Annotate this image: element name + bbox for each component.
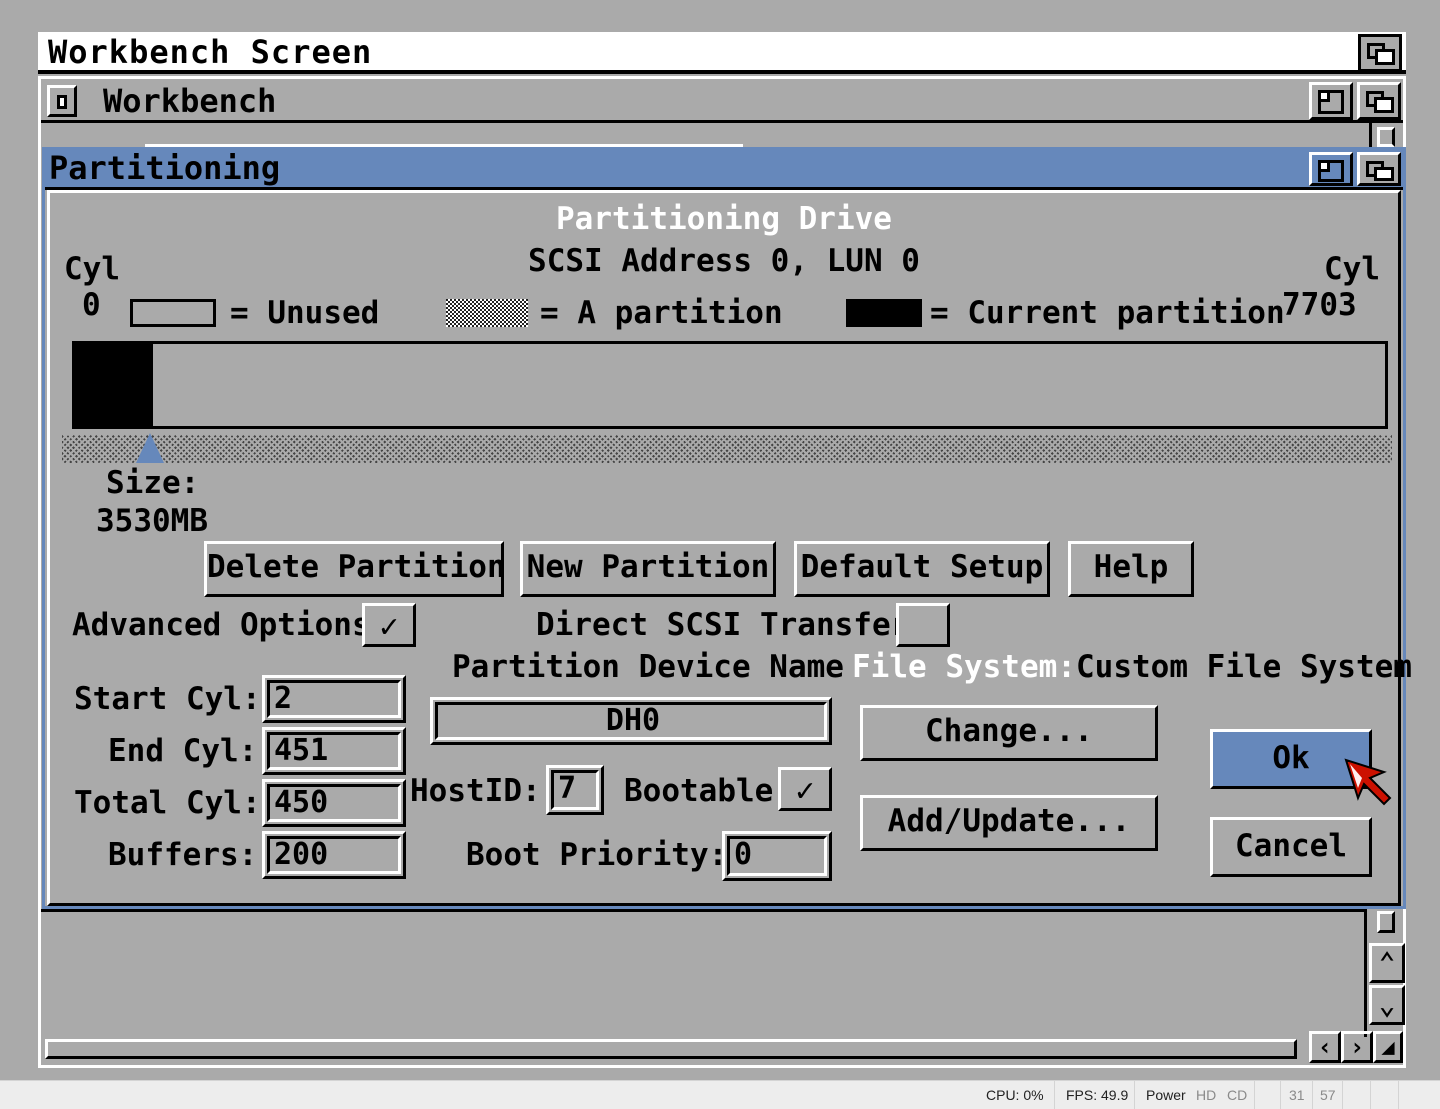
- workbench-content-area: ⌃ ⌄ ‹ › ◢: [41, 909, 1405, 1065]
- start-cyl-input[interactable]: 2: [267, 680, 401, 718]
- scroll-down-arrow-icon[interactable]: ⌄: [1369, 985, 1405, 1025]
- start-cyl-field[interactable]: 2: [262, 675, 406, 723]
- device-name-input[interactable]: DH0: [435, 702, 827, 740]
- boot-priority-input[interactable]: 0: [727, 836, 827, 876]
- boot-priority-label: Boot Priority:: [466, 837, 728, 873]
- mouse-pointer-icon: [1344, 758, 1392, 812]
- screen-depth-gadget-icon[interactable]: [1358, 34, 1402, 72]
- direct-scsi-checkbox[interactable]: [896, 603, 950, 647]
- current-partition-block[interactable]: [75, 344, 153, 426]
- new-partition-button[interactable]: New Partition: [520, 541, 776, 597]
- delete-partition-button[interactable]: Delete Partition: [204, 541, 506, 597]
- drive-title: Partitioning Drive: [556, 201, 892, 237]
- boot-priority-field[interactable]: 0: [722, 831, 832, 881]
- file-system-label: File System:: [852, 649, 1076, 685]
- end-cyl-label: End Cyl:: [108, 733, 258, 769]
- cpu-indicator: CPU: 0%: [986, 1087, 1044, 1103]
- horizontal-scrollbar-knob[interactable]: [45, 1039, 1297, 1059]
- window-depth-icon[interactable]: [1357, 82, 1401, 120]
- start-cyl-label: Start Cyl:: [74, 681, 261, 717]
- direct-scsi-label: Direct SCSI Transfer: [536, 607, 910, 643]
- legend-current-swatch: [846, 299, 922, 327]
- buffers-input[interactable]: 200: [267, 836, 401, 874]
- advanced-options-label: Advanced Options: [72, 607, 371, 643]
- help-button[interactable]: Help: [1068, 541, 1194, 597]
- host-id-input[interactable]: 7: [551, 770, 599, 810]
- partitioning-window: Partitioning Partitioning Drive SCSI Add…: [42, 147, 1412, 909]
- window-zoom-icon[interactable]: [1309, 82, 1353, 120]
- window-resize-icon[interactable]: ◢: [1373, 1031, 1403, 1063]
- legend-partition-swatch: [446, 299, 528, 327]
- legend-unused-label: = Unused: [230, 295, 380, 331]
- scsi-address: SCSI Address 0, LUN 0: [528, 243, 920, 279]
- device-name-field[interactable]: DH0: [430, 697, 832, 745]
- file-system-value: Custom File System: [1076, 649, 1412, 685]
- total-cyl-label: Total Cyl:: [74, 785, 261, 821]
- bootable-checkbox[interactable]: ✓: [778, 767, 832, 811]
- advanced-options-checkbox[interactable]: ✓: [362, 603, 416, 647]
- change-filesystem-button[interactable]: Change...: [860, 705, 1158, 761]
- cyl-right-label: Cyl: [1324, 251, 1380, 287]
- total-cyl-field[interactable]: 450: [262, 779, 406, 827]
- end-cyl-field[interactable]: 451: [262, 727, 406, 775]
- bootable-label: Bootable: [624, 773, 774, 809]
- window-zoom-icon[interactable]: [1309, 152, 1353, 186]
- vertical-scroll-knob-lower[interactable]: [1377, 911, 1395, 933]
- scroll-right-arrow-icon[interactable]: ›: [1341, 1031, 1373, 1063]
- screen-title: Workbench Screen: [48, 33, 373, 71]
- window-depth-icon[interactable]: [1357, 152, 1401, 186]
- size-value: 3530MB: [96, 503, 208, 539]
- cyl-left-label: Cyl: [64, 251, 120, 287]
- legend-partition-label: = A partition: [540, 295, 783, 331]
- workbench-window-title: Workbench: [103, 82, 277, 120]
- partition-map[interactable]: [72, 341, 1388, 429]
- hd-led: HD: [1196, 1087, 1217, 1103]
- workbench-title-bar[interactable]: Workbench: [41, 79, 1403, 123]
- add-update-button[interactable]: Add/Update...: [860, 795, 1158, 851]
- drive-track-2: 57: [1320, 1087, 1336, 1103]
- buffers-label: Buffers:: [108, 837, 258, 873]
- cyl-left-value: 0: [82, 287, 101, 323]
- screen-title-bar[interactable]: Workbench Screen: [38, 32, 1406, 74]
- scroll-up-arrow-icon[interactable]: ⌃: [1369, 943, 1405, 983]
- device-name-label: Partition Device Name: [452, 649, 844, 685]
- cd-led: CD: [1227, 1087, 1248, 1103]
- legend-unused-swatch: [130, 299, 216, 327]
- partitioning-body: Partitioning Drive SCSI Address 0, LUN 0…: [47, 190, 1412, 906]
- partition-slider-track[interactable]: [62, 435, 1392, 463]
- power-led: Power: [1146, 1087, 1186, 1103]
- partition-marker-icon[interactable]: [136, 433, 164, 463]
- legend-current-label: = Current partition: [930, 295, 1285, 331]
- partitioning-window-title: Partitioning: [49, 149, 281, 187]
- emulator-status-bar: CPU: 0% FPS: 49.9 Power HD CD 31 57: [0, 1080, 1440, 1109]
- buffers-field[interactable]: 200: [262, 831, 406, 879]
- partitioning-title-bar[interactable]: Partitioning: [45, 150, 1403, 190]
- host-id-field[interactable]: 7: [546, 765, 604, 815]
- fps-indicator: FPS: 49.9: [1066, 1087, 1129, 1103]
- host-id-label: HostID:: [410, 773, 541, 809]
- cancel-button[interactable]: Cancel: [1210, 817, 1372, 877]
- window-close-icon[interactable]: [47, 85, 77, 117]
- vertical-scrollbar-knob[interactable]: [1377, 127, 1395, 147]
- size-label: Size:: [106, 465, 200, 501]
- end-cyl-input[interactable]: 451: [267, 732, 401, 770]
- cyl-right-value: 7703: [1282, 287, 1357, 323]
- drive-track-1: 31: [1289, 1087, 1305, 1103]
- default-setup-button[interactable]: Default Setup: [794, 541, 1050, 597]
- scroll-left-arrow-icon[interactable]: ‹: [1309, 1031, 1341, 1063]
- total-cyl-input[interactable]: 450: [267, 784, 401, 822]
